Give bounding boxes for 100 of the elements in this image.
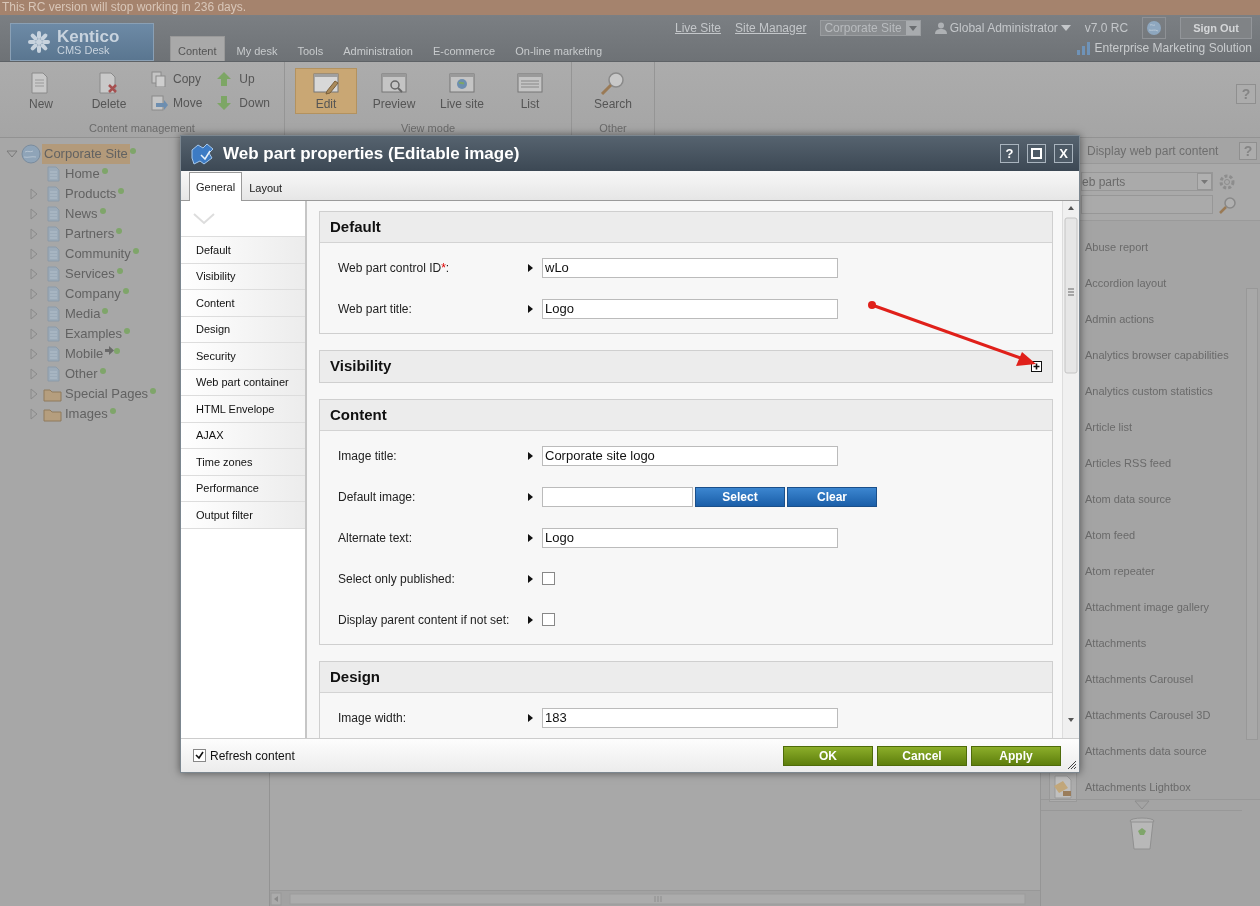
dialog-tab[interactable]: Layout (242, 173, 290, 201)
dialog-tab[interactable]: General (189, 171, 243, 201)
help-button[interactable]: ? (1236, 84, 1256, 104)
input-field[interactable]: Logo (542, 527, 838, 548)
sign-out-button[interactable]: Sign Out (1180, 16, 1252, 40)
copy-button[interactable]: Copy (146, 70, 207, 88)
tree-item[interactable]: Services (63, 264, 117, 284)
category-item[interactable]: Security (181, 343, 305, 370)
category-item[interactable]: Performance (181, 475, 305, 502)
tree-item[interactable]: Partners (63, 224, 117, 244)
web-part-item[interactable]: Accordion layout (1085, 274, 1167, 292)
category-item[interactable]: Output filter (181, 502, 305, 529)
expand-icon[interactable] (28, 268, 40, 280)
web-part-item[interactable]: Attachments Lightbox (1085, 778, 1191, 796)
web-part-item[interactable]: Analytics custom statistics (1085, 382, 1213, 400)
tree-item[interactable]: Corporate Site (42, 144, 130, 164)
help-button[interactable]: ? (1239, 141, 1257, 160)
section-header[interactable]: Default (320, 212, 1052, 243)
action-button[interactable]: Clear (787, 486, 877, 507)
expand-icon[interactable] (28, 188, 40, 200)
language-button[interactable] (1142, 17, 1167, 39)
tree-item[interactable]: Other (63, 364, 100, 384)
caret-icon[interactable] (1060, 24, 1071, 32)
search-button[interactable]: Search (582, 68, 645, 114)
category-item[interactable]: Time zones (181, 449, 305, 476)
web-part-item[interactable]: Attachments (1085, 634, 1147, 652)
section-header[interactable]: Content (320, 400, 1052, 431)
checkbox[interactable] (542, 613, 555, 626)
section-header[interactable]: Design (320, 662, 1052, 693)
tree-item[interactable]: Special Pages (63, 384, 151, 404)
expand-icon[interactable] (28, 388, 40, 400)
main-tab[interactable]: On-line marketing (507, 37, 611, 61)
gear-icon[interactable] (1219, 173, 1235, 190)
category-item[interactable]: Web part container (181, 369, 305, 396)
search-icon[interactable] (1219, 195, 1237, 214)
expand-icon[interactable] (28, 288, 40, 300)
section-header[interactable]: Visibility (320, 351, 1052, 382)
tree-item[interactable]: Images (63, 404, 110, 424)
tree-item[interactable]: Community (63, 244, 133, 264)
collapse-icon[interactable] (6, 148, 20, 160)
action-button[interactable]: Select (695, 486, 785, 507)
checkbox[interactable] (542, 572, 555, 585)
web-part-item[interactable]: Atom data source (1085, 490, 1172, 508)
dialog-button[interactable]: Apply (971, 745, 1061, 766)
header-link[interactable]: Site Manager (735, 19, 807, 37)
dialog-button[interactable]: Cancel (877, 745, 967, 766)
expand-icon[interactable] (28, 228, 40, 240)
recycle-bin-icon[interactable] (1127, 817, 1156, 851)
tree-item[interactable]: News (63, 204, 100, 224)
input-field[interactable]: Corporate site logo (542, 445, 838, 466)
edit-button[interactable]: Edit (295, 68, 358, 114)
input-field[interactable]: Logo (542, 298, 838, 319)
main-tab[interactable]: Content (170, 35, 225, 61)
input-field[interactable]: wLo (542, 257, 838, 278)
delete-document-button[interactable]: Delete (78, 68, 140, 114)
expand-icon[interactable] (28, 368, 40, 380)
tree-item[interactable]: Products (63, 184, 119, 204)
category-select[interactable]: eb parts (1081, 172, 1213, 191)
web-part-item[interactable]: Attachments Carousel (1085, 670, 1194, 688)
expand-icon[interactable] (28, 348, 40, 360)
logo[interactable]: Kentico CMS Desk (10, 23, 154, 61)
web-part-item[interactable]: Analytics browser capabilities (1085, 346, 1229, 364)
up-arrow-button[interactable]: Up (212, 70, 275, 88)
tree-item[interactable]: Examples (63, 324, 125, 344)
input-field[interactable] (542, 486, 693, 507)
category-item[interactable]: Design (181, 316, 305, 343)
checkbox[interactable] (193, 749, 206, 762)
tree-item[interactable]: Company (63, 284, 123, 304)
web-part-item[interactable]: Attachments Carousel 3D (1085, 706, 1211, 724)
category-item[interactable]: Default (181, 237, 305, 264)
main-tab[interactable]: My desk (228, 37, 286, 61)
preview-button[interactable]: Preview (363, 68, 426, 114)
web-part-item[interactable]: Article list (1085, 418, 1133, 436)
expand-icon[interactable] (28, 248, 40, 260)
help-button[interactable]: ? (1000, 144, 1019, 163)
web-part-item[interactable]: Attachments data source (1085, 742, 1207, 760)
maximize-button[interactable] (1027, 144, 1046, 163)
category-item[interactable]: HTML Envelope (181, 396, 305, 423)
move-button[interactable]: Move (146, 94, 207, 112)
main-tab[interactable]: Tools (289, 37, 332, 61)
category-item[interactable]: AJAX (181, 422, 305, 449)
tree-item[interactable]: Mobile (63, 344, 106, 364)
close-button[interactable]: X (1054, 144, 1073, 163)
expand-icon[interactable] (28, 408, 40, 420)
user-name[interactable]: Global Administrator (949, 19, 1058, 37)
web-part-item[interactable]: Atom repeater (1085, 562, 1155, 580)
tree-item[interactable]: Media (63, 304, 103, 324)
search-field[interactable] (1081, 195, 1213, 214)
category-item[interactable]: Content (181, 290, 305, 317)
web-part-item[interactable]: Abuse report (1085, 238, 1148, 256)
expand-icon[interactable] (28, 328, 40, 340)
new-document-button[interactable]: New (10, 68, 72, 114)
globe-button[interactable]: Live site (431, 68, 494, 114)
category-item[interactable]: Visibility (181, 263, 305, 290)
web-part-item[interactable]: Attachment image gallery (1085, 598, 1210, 616)
list-button[interactable]: List (499, 68, 562, 114)
expand-icon[interactable] (28, 208, 40, 220)
main-tab[interactable]: E-commerce (424, 37, 504, 61)
dialog-button[interactable]: OK (783, 745, 873, 766)
down-arrow-button[interactable]: Down (212, 94, 275, 112)
